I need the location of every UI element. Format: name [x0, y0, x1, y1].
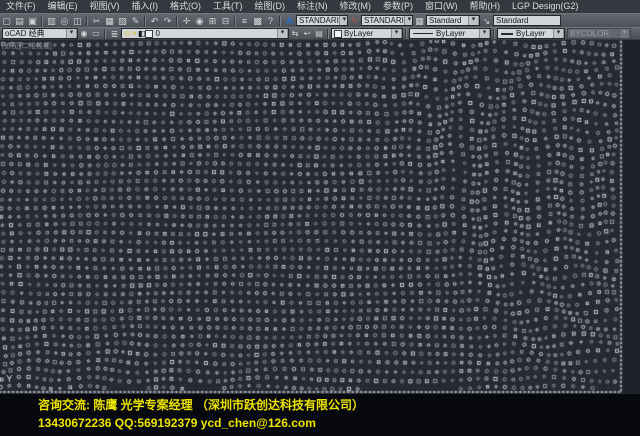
layer-lock-icon[interactable]: ◧ [138, 29, 146, 38]
text-style-value: STANDARI [299, 16, 339, 25]
menu-insert[interactable]: 插入(I) [126, 0, 165, 13]
match-properties-icon[interactable]: ✎ [129, 15, 142, 27]
menu-file[interactable]: 文件(F) [0, 0, 42, 13]
lineweight-combo[interactable]: ByLayer ▾ [497, 28, 565, 39]
zoom-realtime-icon[interactable]: ◉ [193, 15, 206, 27]
toolbar-separator [234, 16, 236, 26]
chevron-down-icon[interactable]: ▾ [468, 15, 479, 26]
chevron-down-icon[interactable]: ▾ [479, 28, 490, 39]
layer-properties-icon[interactable]: ≣ [108, 28, 121, 40]
plot-preview-icon[interactable]: ◎ [58, 15, 71, 27]
workspace-settings-icon[interactable]: ◉ [78, 28, 90, 40]
linetype-sample [413, 33, 433, 34]
zoom-previous-icon[interactable]: ⊟ [219, 15, 232, 27]
menu-tools[interactable]: 工具(T) [207, 0, 249, 13]
chevron-down-icon[interactable]: ▾ [404, 15, 413, 26]
toolbar-separator [104, 29, 106, 39]
menu-lgp-design[interactable]: LGP Design(G2) [506, 0, 584, 13]
pan-icon[interactable]: ✛ [180, 15, 193, 27]
zoom-window-icon[interactable]: ⊞ [206, 15, 219, 27]
menu-bar: 文件(F) 编辑(E) 视图(V) 插入(I) 格式(O) 工具(T) 绘图(D… [0, 0, 640, 13]
lineweight-value: ByLayer [516, 29, 545, 38]
toolbar-separator [493, 29, 495, 39]
plot-icon[interactable]: ▥ [45, 15, 58, 27]
color-swatch [334, 30, 342, 38]
layers-properties-toolbar: oCAD 经典 ▾ ◉ ▭ ≣ ⊙ ☀ ◧ 0 ▾ ⇆ ↩ ▤ ByLayer … [0, 27, 640, 40]
workspace-save-icon[interactable]: ▭ [90, 28, 102, 40]
drawing-canvas[interactable] [0, 40, 640, 394]
mleader-style-value: Standard [496, 16, 528, 25]
properties-icon[interactable]: ≡ [238, 15, 251, 27]
chevron-down-icon[interactable]: ▾ [553, 28, 564, 39]
ucs-y-label: Y [6, 374, 13, 385]
workspace-combo[interactable]: oCAD 经典 ▾ [2, 28, 78, 39]
layer-name-value: 0 [155, 29, 159, 38]
dim-style-combo[interactable]: STANDARI ▾ [361, 15, 413, 26]
toolbar-separator [144, 16, 146, 26]
chevron-down-icon[interactable]: ▾ [391, 28, 402, 39]
ad-contact-line: 咨询交流: 陈鹰 光学专案经理 （深圳市跃创达科技有限公司） [38, 396, 640, 414]
chevron-down-icon[interactable]: ▾ [66, 28, 77, 39]
layer-freeze-sun-icon[interactable]: ☀ [131, 29, 138, 38]
layer-states-icon[interactable]: ▤ [313, 28, 325, 40]
redo-icon[interactable]: ↷ [161, 15, 174, 27]
command-area[interactable]: 咨询交流: 陈鹰 光学专案经理 （深圳市跃创达科技有限公司） 134306722… [0, 394, 640, 436]
mleader-style-combo[interactable]: Standard [493, 15, 561, 26]
qnew-icon[interactable]: ▢ [0, 15, 13, 27]
toolbar-separator [176, 16, 178, 26]
dim-style-icon[interactable]: ✎ [348, 15, 361, 27]
toolbar-separator [405, 29, 407, 39]
linetype-combo[interactable]: ByLayer ▾ [409, 28, 491, 39]
design-center-icon[interactable]: ▩ [251, 15, 264, 27]
menu-window[interactable]: 窗口(W) [419, 0, 464, 13]
menu-view[interactable]: 视图(V) [84, 0, 126, 13]
toolbar-separator [327, 29, 329, 39]
table-style-value: Standard [429, 16, 461, 25]
menu-draw[interactable]: 绘图(D) [249, 0, 292, 13]
chevron-down-icon: ▾ [619, 28, 630, 39]
menu-modify[interactable]: 修改(M) [334, 0, 378, 13]
publish-icon[interactable]: ◫ [71, 15, 84, 27]
text-style-combo[interactable]: STANDARI ▾ [296, 15, 348, 26]
cut-icon[interactable]: ✂ [90, 15, 103, 27]
menu-dimension[interactable]: 标注(N) [291, 0, 334, 13]
viewport-controls-label[interactable]: [俯视][二维线框] [2, 41, 52, 51]
make-object-layer-current-icon[interactable]: ⇆ [289, 28, 301, 40]
table-style-icon[interactable]: ▦ [413, 15, 426, 27]
undo-icon[interactable]: ↶ [148, 15, 161, 27]
text-style-icon[interactable]: A [283, 15, 296, 27]
autocad-window: 文件(F) 编辑(E) 视图(V) 插入(I) 格式(O) 工具(T) 绘图(D… [0, 0, 640, 436]
linetype-value: ByLayer [436, 29, 465, 38]
plotstyle-value: BYCOLOR [570, 29, 609, 38]
menu-help[interactable]: 帮助(H) [464, 0, 507, 13]
toolbar-separator [279, 16, 281, 26]
layer-combo[interactable]: ⊙ ☀ ◧ 0 ▾ [121, 28, 289, 39]
workspace-value: oCAD 经典 [5, 28, 45, 39]
ad-phone-line: 13430672236 QQ:569192379 ycd_chen@126.co… [38, 414, 640, 432]
lineweight-sample [501, 33, 513, 35]
layer-color-swatch[interactable] [145, 30, 153, 38]
menu-format[interactable]: 格式(O) [164, 0, 207, 13]
chevron-down-icon[interactable]: ▾ [339, 15, 348, 26]
color-value: ByLayer [344, 29, 373, 38]
layer-previous-icon[interactable]: ↩ [301, 28, 313, 40]
plotstyle-combo: BYCOLOR ▾ [567, 28, 631, 39]
paste-icon[interactable]: ▧ [116, 15, 129, 27]
help-icon[interactable]: ? [264, 15, 277, 27]
menu-edit[interactable]: 编辑(E) [42, 0, 84, 13]
table-style-combo[interactable]: Standard ▾ [426, 15, 480, 26]
chevron-down-icon[interactable]: ▾ [277, 28, 288, 39]
copy-icon[interactable]: ▦ [103, 15, 116, 27]
layer-on-bulb-icon[interactable]: ⊙ [124, 29, 131, 38]
toolbar-separator [41, 16, 43, 26]
save-icon[interactable]: ▣ [26, 15, 39, 27]
color-combo[interactable]: ByLayer ▾ [331, 28, 403, 39]
mleader-style-icon[interactable]: ↘ [480, 15, 493, 27]
standard-toolbar: ▢ ▤ ▣ ▥ ◎ ◫ ✂ ▦ ▧ ✎ ↶ ↷ ✛ ◉ ⊞ ⊟ ≡ ▩ ? A … [0, 13, 640, 27]
open-icon[interactable]: ▤ [13, 15, 26, 27]
dim-style-value: STANDARI [364, 16, 404, 25]
toolbar-separator [86, 16, 88, 26]
menu-parametric[interactable]: 参数(P) [377, 0, 419, 13]
